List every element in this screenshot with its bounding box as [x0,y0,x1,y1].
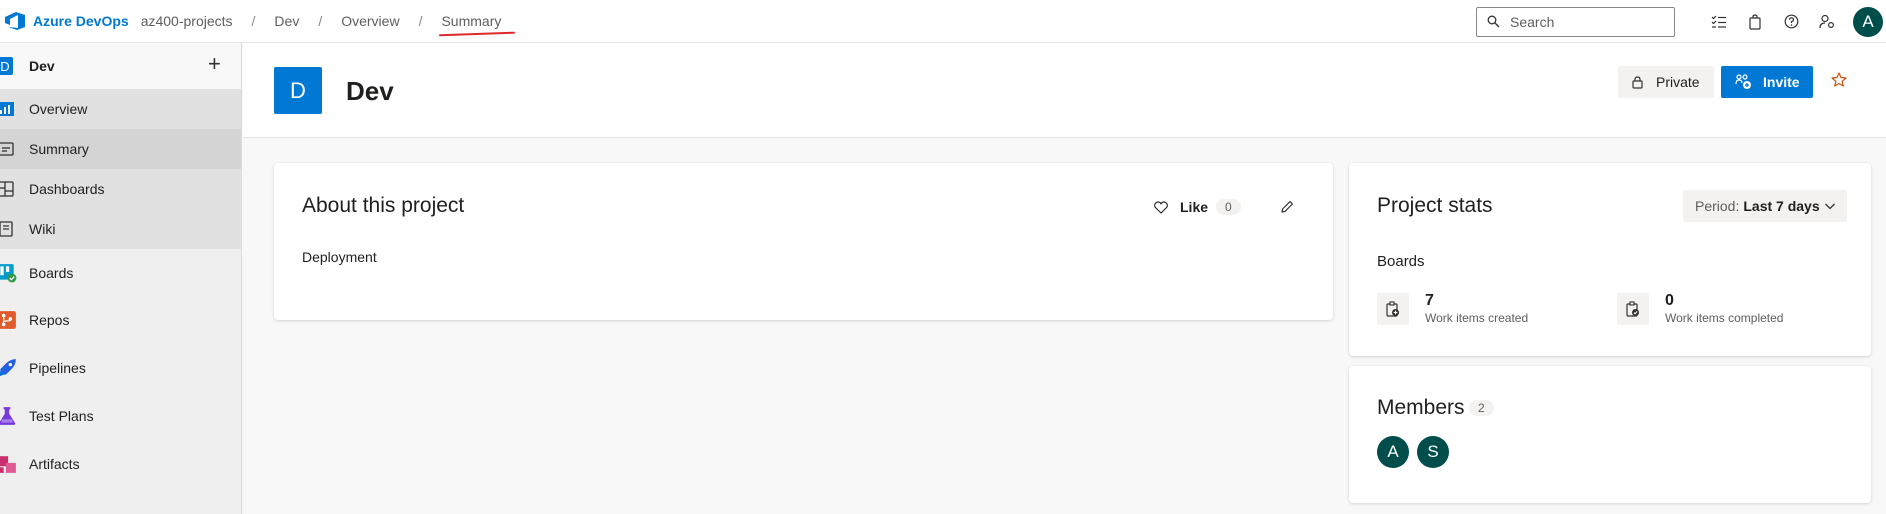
help-icon[interactable] [1773,4,1809,40]
project-tile: D [0,57,13,75]
like-count-badge: 0 [1216,199,1241,215]
sidebar-item-label: Wiki [29,221,56,237]
sidebar-item-dashboards[interactable]: Dashboards [0,169,241,209]
work-items-icon[interactable] [1701,4,1737,40]
stat-work-items-created: 7 Work items created [1377,292,1528,325]
sidebar-item-repos[interactable]: Repos [0,296,241,344]
project-avatar: D [274,67,322,114]
project-description: Deployment [302,249,377,265]
sidebar-item-label: Pipelines [29,360,86,376]
stats-title: Project stats [1377,194,1493,217]
boards-icon [0,263,17,282]
edit-pencil-icon[interactable] [1280,200,1294,214]
stat-work-items-completed: 0 Work items completed [1617,292,1783,325]
summary-icon [0,142,14,156]
breadcrumb-separator: / [318,13,323,29]
sidebar-item-pipelines[interactable]: Pipelines [0,344,241,392]
overview-group: Overview Summary Dashboards Wiki [0,89,241,249]
sidebar-item-label: Dashboards [29,181,105,197]
sidebar-item-artifacts[interactable]: Artifacts [0,440,241,488]
wiki-icon [0,221,13,237]
period-dropdown[interactable]: Period: Last 7 days [1683,190,1847,222]
members-title: Members [1377,396,1465,419]
dashboards-icon [0,181,14,197]
sidebar-item-label: Repos [29,312,70,328]
period-value: Last 7 days [1743,198,1820,214]
work-item-created-icon [1377,292,1409,325]
brand-name: Azure DevOps [33,13,129,29]
breadcrumb-separator: / [418,13,423,29]
favorite-star-icon[interactable] [1831,72,1847,87]
sidebar-item-wiki[interactable]: Wiki [0,209,241,249]
breadcrumb-project[interactable]: Dev [274,13,299,29]
private-button-label: Private [1656,74,1700,90]
sidebar-item-summary[interactable]: Summary [0,129,241,169]
members-card: Members 2 A S [1349,366,1871,503]
project-header: D Dev Private Invite [243,43,1886,138]
lock-icon [1632,75,1643,89]
breadcrumb-overview[interactable]: Overview [341,13,399,29]
artifacts-icon [0,456,16,473]
stats-section-label: Boards [1377,253,1425,270]
stat-completed-caption: Work items completed [1665,311,1784,325]
pipelines-icon [0,359,16,377]
about-project-card: About this project Like 0 Deployment [274,163,1333,320]
top-right-controls: A [1476,0,1886,43]
member-avatar[interactable]: A [1377,436,1409,468]
top-bar: Azure DevOps az400-projects / Dev / Over… [0,0,1886,43]
stat-created-value: 7 [1425,292,1434,309]
sidebar-item-label: Summary [29,141,89,157]
add-icon[interactable]: + [208,51,221,77]
chevron-down-icon [1825,203,1835,210]
repos-icon [0,311,16,329]
private-button[interactable]: Private [1618,66,1714,98]
user-avatar[interactable]: A [1853,6,1883,37]
sidebar: D Dev + Overview Summary Dashboards Wiki… [0,43,242,514]
breadcrumb: az400-projects / Dev / Overview / Summar… [141,13,502,29]
marketplace-icon[interactable] [1737,4,1773,40]
sidebar-item-label: Overview [29,101,88,117]
heart-icon [1154,200,1168,214]
sidebar-item-label: Test Plans [29,408,94,424]
sidebar-item-test-plans[interactable]: Test Plans [0,392,241,440]
stat-completed-value: 0 [1665,292,1674,309]
invite-button-label: Invite [1763,74,1800,90]
add-people-icon [1735,74,1751,89]
period-label: Period: [1695,198,1740,214]
stat-created-caption: Work items created [1425,311,1529,325]
sidebar-item-label: Boards [29,264,74,281]
like-label: Like [1180,199,1209,215]
about-title: About this project [302,194,465,217]
search-icon [1487,15,1500,28]
search-input[interactable] [1510,13,1660,30]
breadcrumb-org[interactable]: az400-projects [141,13,233,29]
invite-button[interactable]: Invite [1721,66,1813,98]
test-plans-icon [0,407,16,425]
sidebar-project-name: Dev [29,58,55,74]
sidebar-item-overview[interactable]: Overview [0,89,241,129]
project-stats-card: Project stats Period: Last 7 days Boards… [1349,163,1871,356]
sidebar-item-boards[interactable]: Boards [0,249,241,296]
overview-icon [0,102,14,116]
azure-devops-logo-icon [5,12,25,30]
sidebar-item-label: Artifacts [29,456,80,472]
member-avatar[interactable]: S [1417,436,1449,468]
search-box[interactable] [1476,6,1675,37]
page-title: Dev [346,76,394,106]
members-count-badge: 2 [1469,400,1494,416]
work-item-completed-icon [1617,292,1649,325]
brand[interactable]: Azure DevOps [4,11,129,31]
breadcrumb-summary[interactable]: Summary [441,13,501,29]
sidebar-project-header[interactable]: D Dev + [0,43,241,89]
breadcrumb-separator: / [251,13,256,29]
like-button[interactable]: Like 0 [1154,199,1241,215]
user-settings-icon[interactable] [1809,4,1845,40]
